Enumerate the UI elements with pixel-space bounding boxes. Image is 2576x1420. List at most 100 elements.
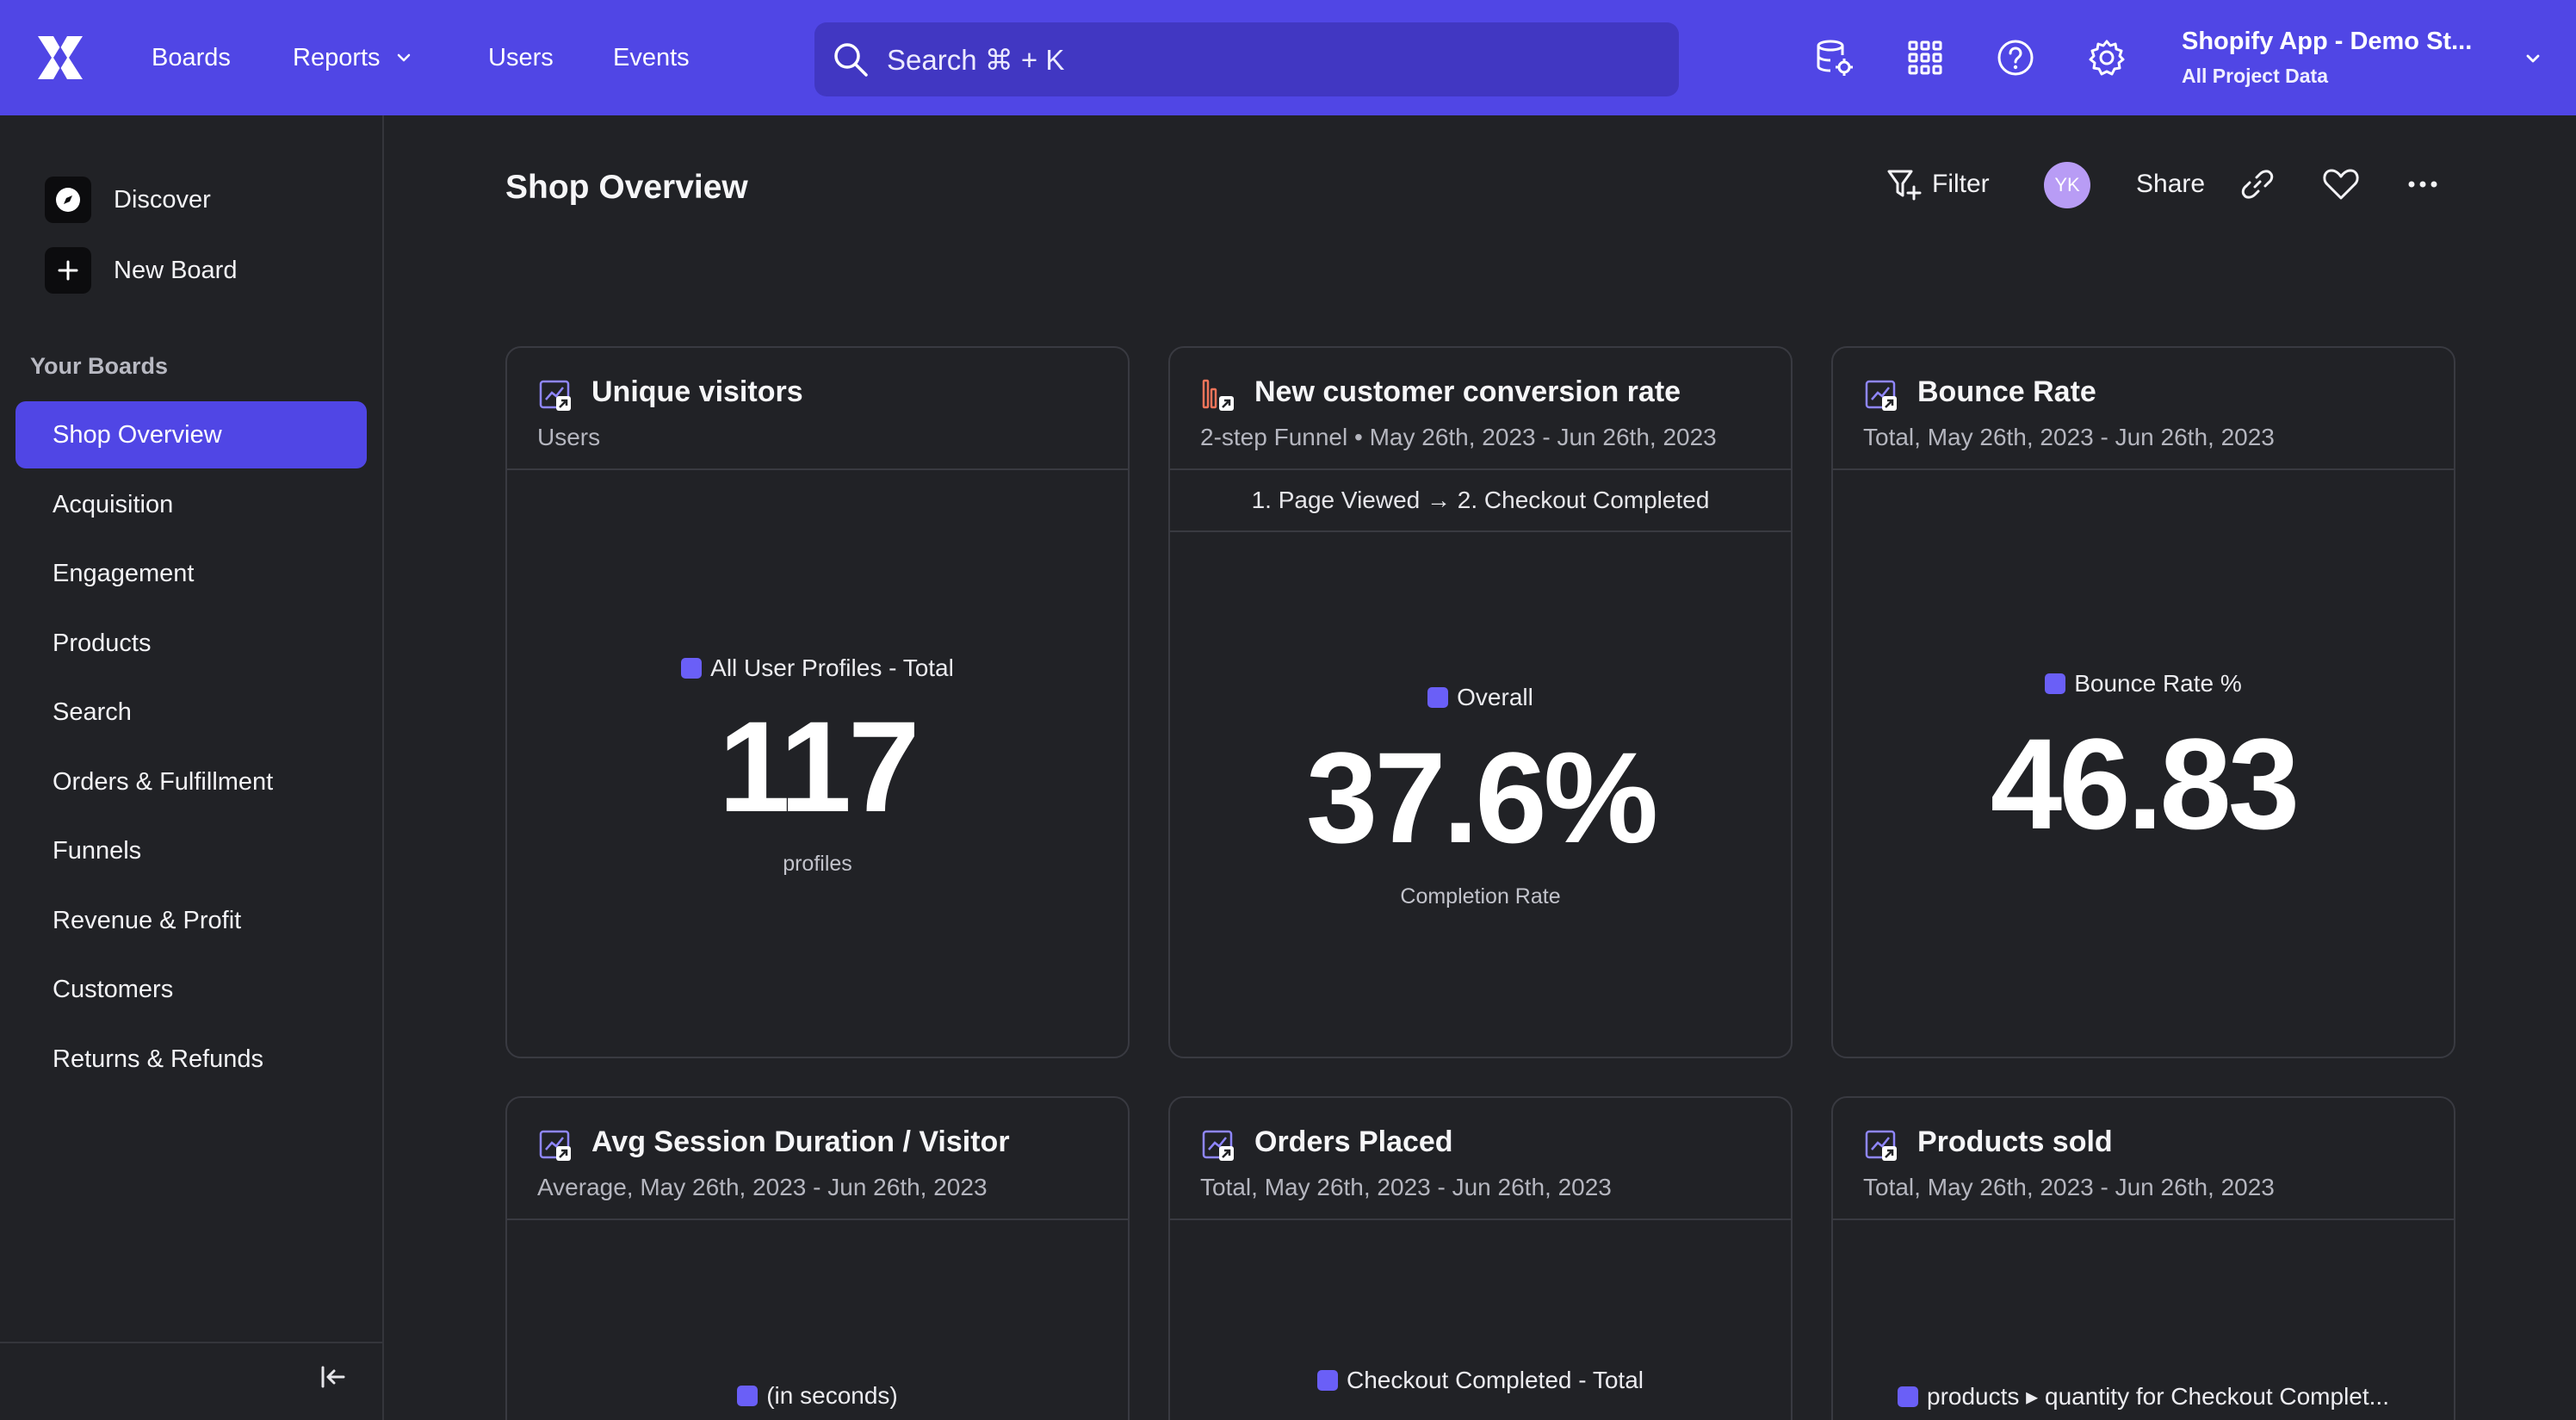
report-card-products-sold[interactable]: Products sold Total, May 26th, 2023 - Ju… <box>1831 1096 2455 1420</box>
your-boards-heading: Your Boards <box>30 353 169 379</box>
insights-report-icon <box>539 380 571 411</box>
project-name: Shopify App - Demo St... <box>2182 28 2473 55</box>
card-title: Avg Session Duration / Visitor <box>591 1125 1010 1158</box>
metric-value: 37.6% <box>1305 725 1658 870</box>
sidebar-item-orders-fulfillment[interactable]: Orders & Fulfillment <box>15 748 367 815</box>
metric-value: 117 <box>718 694 920 839</box>
app-logo-icon[interactable] <box>34 34 86 81</box>
metric-block: (in seconds) <box>507 1382 1128 1411</box>
more-options-button[interactable] <box>2407 164 2438 205</box>
nav-events[interactable]: Events <box>613 0 690 115</box>
sidebar-item-revenue-profit[interactable]: Revenue & Profit <box>15 887 367 954</box>
new-board-button[interactable]: New Board <box>45 246 237 295</box>
search-icon <box>834 43 868 77</box>
series-swatch <box>737 1386 759 1406</box>
sidebar-item-returns-refunds[interactable]: Returns & Refunds <box>15 1026 367 1093</box>
legend-label: Bounce Rate % <box>2074 670 2242 697</box>
sidebar-item-shop-overview[interactable]: Shop Overview <box>15 401 367 468</box>
share-button[interactable]: Share <box>2136 164 2205 205</box>
page-title: Shop Overview <box>505 169 748 206</box>
search-placeholder: Search ⌘ + K <box>887 43 1065 76</box>
nav-reports[interactable]: Reports <box>293 0 413 115</box>
nav-boards[interactable]: Boards <box>152 0 231 115</box>
card-subtitle: Average, May 26th, 2023 - Jun 26th, 2023 <box>537 1174 988 1200</box>
project-scope: All Project Data <box>2182 65 2328 87</box>
card-title: Bounce Rate <box>1917 375 2096 408</box>
nav-events-label: Events <box>613 43 690 71</box>
filter-icon <box>1887 170 1922 201</box>
sidebar-item-label: Orders & Fulfillment <box>53 767 274 796</box>
legend-label: products ▸ quantity for Checkout Complet… <box>1927 1383 2389 1410</box>
share-label: Share <box>2136 170 2206 198</box>
copy-link-button[interactable] <box>2240 164 2275 205</box>
card-subtitle: Total, May 26th, 2023 - Jun 26th, 2023 <box>1200 1174 1612 1200</box>
metric-unit: profiles <box>783 852 852 876</box>
chevron-down-icon <box>2526 54 2540 63</box>
avatar[interactable]: YK <box>2044 162 2090 208</box>
top-navigation-bar: Boards Reports Users Events Search ⌘ + K <box>0 0 2576 115</box>
sidebar-item-customers[interactable]: Customers <box>15 956 367 1023</box>
link-icon <box>2241 170 2274 199</box>
legend-label: (in seconds) <box>766 1382 898 1409</box>
legend-label: Overall <box>1457 684 1533 710</box>
card-subtitle: Total, May 26th, 2023 - Jun 26th, 2023 <box>1863 424 2275 450</box>
series-swatch <box>681 658 703 679</box>
new-board-label: New Board <box>114 256 238 284</box>
apps-grid-icon[interactable] <box>1905 38 1945 78</box>
favorite-button[interactable] <box>2322 164 2360 205</box>
filter-label: Filter <box>1932 170 1990 198</box>
report-card-unique-visitors[interactable]: Unique visitors Users All User Profiles … <box>505 346 1130 1058</box>
metric-block: Bounce Rate % 46.83 <box>1833 670 2454 848</box>
series-swatch <box>1427 687 1449 708</box>
settings-icon[interactable] <box>2087 38 2127 78</box>
search-input[interactable]: Search ⌘ + K <box>814 22 1679 96</box>
legend-item: Bounce Rate % <box>2045 670 2242 698</box>
sidebar-item-funnels[interactable]: Funnels <box>15 817 367 884</box>
card-header: New customer conversion rate 2-step Funn… <box>1170 348 1791 470</box>
sidebar: Discover New Board Your Boards Shop Over… <box>0 115 384 1420</box>
sidebar-item-label: Customers <box>53 975 174 1003</box>
discover-button[interactable]: Discover <box>45 176 211 224</box>
nav-users[interactable]: Users <box>488 0 554 115</box>
sidebar-item-products[interactable]: Products <box>15 610 367 677</box>
insights-report-icon <box>1865 1130 1897 1161</box>
sidebar-item-label: Products <box>53 629 152 657</box>
report-card-avg-session-duration[interactable]: Avg Session Duration / Visitor Average, … <box>505 1096 1130 1420</box>
sidebar-item-label: Search <box>53 698 132 726</box>
report-card-conversion-rate[interactable]: New customer conversion rate 2-step Funn… <box>1168 346 1793 1058</box>
sidebar-item-acquisition[interactable]: Acquisition <box>15 471 367 538</box>
nav-boards-label: Boards <box>152 43 231 71</box>
metric-block: Checkout Completed - Total <box>1170 1367 1791 1395</box>
plus-icon <box>45 247 91 294</box>
legend-label: Checkout Completed - Total <box>1347 1367 1644 1393</box>
insights-report-icon <box>1865 380 1897 411</box>
card-header: Orders Placed Total, May 26th, 2023 - Ju… <box>1170 1098 1791 1220</box>
series-swatch <box>1317 1370 1338 1391</box>
project-selector[interactable]: Shopify App - Demo St... All Project Dat… <box>2182 28 2543 90</box>
sidebar-item-engagement[interactable]: Engagement <box>15 540 367 607</box>
filter-button[interactable]: Filter <box>1886 164 1990 205</box>
funnel-report-icon <box>1202 379 1234 411</box>
sidebar-item-label: Engagement <box>53 559 195 587</box>
sidebar-divider <box>0 1342 384 1343</box>
card-title: Unique visitors <box>591 375 803 408</box>
card-title: Products sold <box>1917 1125 2113 1158</box>
legend-item: products ▸ quantity for Checkout Complet… <box>1898 1382 2389 1411</box>
metric-block: All User Profiles - Total 117 profiles <box>507 654 1128 877</box>
metric-unit: Completion Rate <box>1400 884 1561 908</box>
help-icon[interactable] <box>1996 38 2035 78</box>
insights-report-icon <box>539 1130 571 1161</box>
sidebar-item-label: Shop Overview <box>53 420 222 449</box>
metric-block: Overall 37.6% Completion Rate <box>1170 684 1791 909</box>
sidebar-item-search[interactable]: Search <box>15 679 367 746</box>
funnel-steps: 1. Page Viewed → 2. Checkout Completed <box>1170 470 1791 532</box>
data-management-icon[interactable] <box>1815 38 1855 78</box>
report-card-bounce-rate[interactable]: Bounce Rate Total, May 26th, 2023 - Jun … <box>1831 346 2455 1058</box>
collapse-sidebar-icon[interactable] <box>319 1362 348 1392</box>
legend-item: Overall <box>1427 684 1533 711</box>
series-swatch <box>2045 673 2066 694</box>
metric-block: products ▸ quantity for Checkout Complet… <box>1833 1382 2454 1411</box>
card-title: Orders Placed <box>1254 1125 1453 1158</box>
insights-report-icon <box>1202 1130 1234 1161</box>
report-card-orders-placed[interactable]: Orders Placed Total, May 26th, 2023 - Ju… <box>1168 1096 1793 1420</box>
